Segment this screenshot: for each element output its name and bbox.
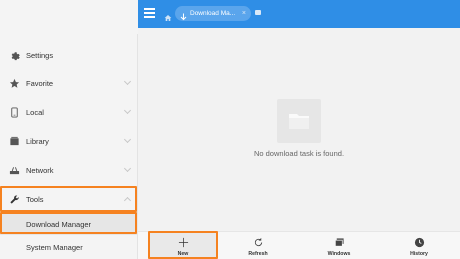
windows-icon xyxy=(333,236,345,248)
bottom-toolbar: New Refresh Windows History xyxy=(138,231,460,259)
history-label: History xyxy=(410,251,428,257)
sidebar-item-tools[interactable]: Tools xyxy=(0,185,138,213)
close-icon[interactable]: × xyxy=(242,9,246,18)
chevron-up-icon xyxy=(123,196,132,205)
new-button[interactable]: New xyxy=(148,232,218,259)
sidebar-item-local[interactable]: Local xyxy=(0,98,138,126)
tab-overview-icon[interactable] xyxy=(255,10,261,15)
library-icon xyxy=(8,135,20,147)
router-icon xyxy=(8,164,20,176)
sidebar-item-label: Settings xyxy=(26,50,54,60)
chevron-down-icon xyxy=(123,164,132,173)
windows-label: Windows xyxy=(327,251,351,257)
chevron-down-icon xyxy=(123,77,132,86)
gear-icon xyxy=(8,49,20,61)
plus-icon xyxy=(177,236,189,248)
refresh-icon xyxy=(252,236,264,248)
top-bar: Download Ma... × xyxy=(138,0,460,28)
new-label: New xyxy=(177,251,189,257)
download-icon xyxy=(180,9,187,21)
sidebar-subitem-system-manager[interactable]: System Manager xyxy=(0,236,138,258)
sidebar-subitem-download-manager[interactable]: Download Manager xyxy=(0,213,138,235)
wrench-icon xyxy=(8,193,20,205)
refresh-label: Refresh xyxy=(248,251,268,257)
menu-icon[interactable] xyxy=(144,8,155,18)
sidebar-item-favorite[interactable]: Favorite xyxy=(0,69,138,97)
sidebar-item-settings[interactable]: Settings xyxy=(0,41,138,69)
star-icon xyxy=(8,77,20,89)
empty-folder-icon xyxy=(277,99,321,143)
history-button[interactable]: History xyxy=(384,232,454,259)
sidebar-item-label: Local xyxy=(26,107,44,117)
chevron-down-icon xyxy=(123,106,132,115)
refresh-button[interactable]: Refresh xyxy=(223,232,293,259)
sidebar-header xyxy=(0,0,138,34)
phone-icon xyxy=(8,106,20,118)
windows-button[interactable]: Windows xyxy=(304,232,374,259)
breadcrumb-label: Download Ma... xyxy=(190,10,236,17)
chevron-down-icon xyxy=(123,135,132,144)
home-icon[interactable] xyxy=(164,9,172,21)
sidebar-item-network[interactable]: Network xyxy=(0,156,138,184)
sidebar-item-library[interactable]: Library xyxy=(0,127,138,155)
breadcrumb[interactable]: Download Ma... × xyxy=(175,6,251,21)
sidebar-item-label: Network xyxy=(26,165,54,175)
sidebar: Settings Favorite Local Library Network … xyxy=(0,0,138,259)
sidebar-item-label: Library xyxy=(26,136,49,146)
app-window: Settings Favorite Local Library Network … xyxy=(0,0,460,259)
sidebar-subitem-label: Download Manager xyxy=(26,219,92,229)
main-panel: No download task is found. xyxy=(138,28,460,231)
sidebar-subitem-label: System Manager xyxy=(26,242,83,252)
sidebar-item-label: Favorite xyxy=(26,78,54,88)
empty-message: No download task is found. xyxy=(253,149,345,158)
sidebar-item-label: Tools xyxy=(26,194,44,204)
clock-icon xyxy=(413,236,425,248)
